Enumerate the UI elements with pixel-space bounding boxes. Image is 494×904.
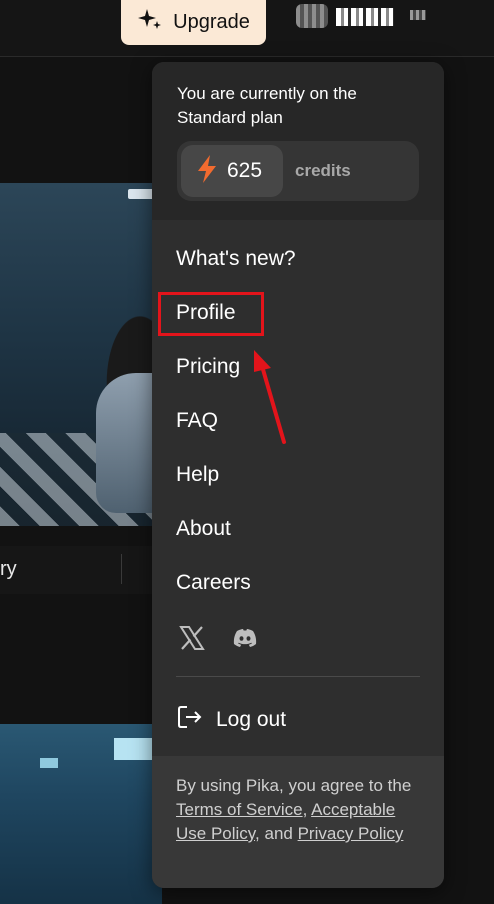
ceiling-light	[40, 758, 58, 768]
menu-item-whats-new[interactable]: What's new?	[176, 247, 296, 271]
person-figure	[96, 373, 158, 513]
menu-item-about[interactable]: About	[176, 517, 231, 541]
x-icon[interactable]	[178, 624, 206, 652]
legal-comma: ,	[302, 800, 308, 819]
legal-footer: By using Pika, you agree to the Terms of…	[152, 756, 444, 888]
upgrade-label: Upgrade	[173, 11, 250, 33]
video-caption: ry	[0, 558, 17, 580]
caption-divider	[121, 554, 122, 584]
credits-box: 625 credits	[177, 141, 419, 201]
logout-icon	[176, 703, 204, 737]
plan-summary: You are currently on the Standard plan 6…	[152, 62, 444, 220]
discord-icon[interactable]	[231, 624, 259, 652]
ceiling-light	[114, 738, 154, 760]
menu-item-careers[interactable]: Careers	[176, 571, 251, 595]
lightning-icon	[197, 154, 217, 188]
menu-item-faq[interactable]: FAQ	[176, 409, 218, 433]
account-dropdown-menu: You are currently on the Standard plan 6…	[152, 62, 444, 888]
menu-item-pricing[interactable]: Pricing	[176, 355, 240, 379]
logout-label: Log out	[216, 708, 287, 731]
chevron-down-icon	[410, 10, 426, 20]
sparkle-icon	[137, 7, 163, 39]
legal-and: , and	[255, 824, 293, 843]
logout-button[interactable]: Log out	[176, 703, 286, 737]
credits-pill: 625	[181, 145, 283, 197]
video-thumbnail[interactable]	[0, 724, 162, 904]
legal-prefix: By using Pika, you agree to the	[176, 776, 412, 795]
top-bar: Upgrade	[0, 0, 494, 57]
upgrade-button[interactable]: Upgrade	[121, 0, 266, 45]
username-redacted	[336, 8, 394, 26]
avatar	[296, 4, 328, 28]
account-menu-trigger[interactable]	[296, 4, 436, 30]
annotation-arrow-icon	[254, 350, 286, 444]
privacy-policy-link[interactable]: Privacy Policy	[298, 824, 404, 843]
menu-divider	[176, 676, 420, 677]
legal-text: By using Pika, you agree to the Terms of…	[176, 774, 426, 846]
video-thumbnail[interactable]	[0, 183, 162, 526]
plan-text: You are currently on the Standard plan	[177, 84, 357, 127]
terms-of-service-link[interactable]: Terms of Service	[176, 800, 303, 819]
credits-label: credits	[295, 161, 351, 180]
menu-item-help[interactable]: Help	[176, 463, 219, 487]
credits-count: 625	[227, 159, 263, 182]
video-caption-row	[0, 546, 162, 594]
